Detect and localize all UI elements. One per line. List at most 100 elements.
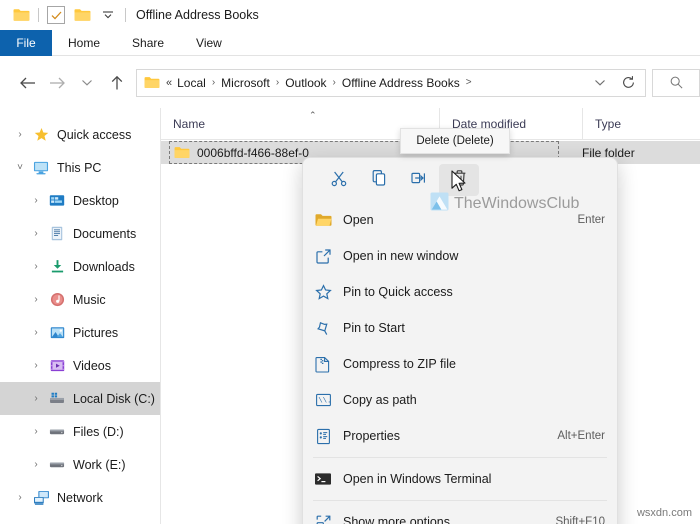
folder-icon: [169, 146, 195, 159]
menu-separator: [313, 457, 607, 458]
chevron-right-icon[interactable]: ›: [26, 217, 46, 250]
menu-item-open[interactable]: Open Enter: [303, 202, 617, 238]
rename-button[interactable]: [399, 164, 439, 196]
sidebar-item-videos[interactable]: ›: [0, 349, 160, 382]
tab-share[interactable]: Share: [116, 30, 180, 56]
forward-button-icon[interactable]: [42, 68, 72, 98]
recent-locations-chevron-down-icon[interactable]: [72, 68, 102, 98]
tab-view[interactable]: View: [180, 30, 238, 56]
sidebar-item-work-e[interactable]: › Work (E:): [0, 448, 160, 481]
sidebar-item-documents[interactable]: › Documents: [0, 217, 160, 250]
chevron-right-icon[interactable]: ›: [26, 283, 46, 316]
menu-item-pin-to-quick-access[interactable]: Pin to Quick access: [303, 274, 617, 310]
chevron-right-icon[interactable]: ›: [26, 349, 46, 382]
navigation-bar: « Local › Microsoft › Outlook › Offline …: [0, 57, 700, 108]
customize-qat-dropdown-icon[interactable]: [95, 2, 121, 28]
sidebar-item-label: Quick access: [57, 128, 131, 142]
chevron-down-icon[interactable]: ˅: [10, 151, 30, 184]
context-menu-icon-bar: [303, 158, 617, 202]
breadcrumb-item-local[interactable]: Local: [177, 76, 206, 90]
address-bar-actions: [587, 71, 641, 95]
breadcrumb-chevron-right-icon-2[interactable]: ›: [276, 77, 279, 88]
chevron-right-icon[interactable]: ›: [26, 448, 46, 481]
window-title: Offline Address Books: [136, 8, 259, 22]
column-header-label: Name: [173, 117, 205, 131]
search-input[interactable]: [652, 69, 700, 97]
tab-file[interactable]: File: [0, 30, 52, 56]
sidebar-item-label: Local Disk (C:): [73, 392, 155, 406]
menu-item-show-more-options[interactable]: Show more options Shift+F10: [303, 504, 617, 524]
sidebar-item-this-pc[interactable]: ˅ This PC: [0, 151, 160, 184]
previous-locations-chevron-down-icon[interactable]: [587, 71, 613, 95]
breadcrumb-overflow-icon[interactable]: «: [166, 77, 172, 89]
chevron-right-icon[interactable]: ›: [10, 481, 30, 514]
sidebar-item-label: Files (D:): [73, 425, 124, 439]
folder-icon[interactable]: [8, 2, 34, 28]
column-header-type[interactable]: Type: [582, 108, 700, 140]
drive-icon: [46, 415, 68, 448]
sidebar-item-desktop[interactable]: › Desktop: [0, 184, 160, 217]
sidebar-item-label: Pictures: [73, 326, 118, 340]
cut-button[interactable]: [319, 164, 359, 196]
breadcrumb-item-offline-address-books[interactable]: Offline Address Books: [342, 76, 460, 90]
copy-button[interactable]: [359, 164, 399, 196]
sort-ascending-caret-icon: ⌃: [309, 110, 317, 121]
menu-item-copy-as-path[interactable]: \\.. Copy as path: [303, 382, 617, 418]
sidebar-item-pictures[interactable]: › Pictures: [0, 316, 160, 349]
refresh-icon[interactable]: [615, 71, 641, 95]
up-button-icon[interactable]: [102, 68, 132, 98]
desktop-icon: [46, 184, 68, 217]
sidebar-item-files-d[interactable]: › Files (D:): [0, 415, 160, 448]
breadcrumb-item-outlook[interactable]: Outlook: [285, 76, 326, 90]
back-button-icon[interactable]: [12, 68, 42, 98]
sidebar-item-music[interactable]: › Music: [0, 283, 160, 316]
watermark-wsxdn: wsxdn.com: [637, 507, 692, 519]
sidebar-item-downloads[interactable]: › Downloads: [0, 250, 160, 283]
music-icon: [46, 283, 68, 316]
sidebar-item-label: Desktop: [73, 194, 119, 208]
sidebar-item-network[interactable]: › Network: [0, 481, 160, 514]
breadcrumb-item-microsoft[interactable]: Microsoft: [221, 76, 270, 90]
star-icon: [30, 118, 52, 151]
terminal-icon: [303, 461, 343, 497]
file-explorer-window: Offline Address Books File Home Share Vi…: [0, 0, 700, 524]
menu-item-open-in-new-window[interactable]: Open in new window: [303, 238, 617, 274]
properties-checkbox-icon[interactable]: [43, 2, 69, 28]
delete-button[interactable]: [439, 164, 479, 196]
navigation-pane: › Quick access ˅ This PC: [0, 108, 161, 524]
chevron-right-icon[interactable]: ›: [26, 184, 46, 217]
menu-item-label: Properties: [343, 429, 557, 443]
menu-item-label: Open in new window: [343, 249, 605, 263]
trash-icon: [451, 169, 468, 192]
folder-open-icon: [303, 202, 343, 238]
chevron-right-icon[interactable]: ›: [26, 382, 46, 415]
chevron-right-icon[interactable]: ›: [26, 316, 46, 349]
menu-item-open-in-windows-terminal[interactable]: Open in Windows Terminal: [303, 461, 617, 497]
tab-home[interactable]: Home: [52, 30, 116, 56]
properties-icon: [303, 418, 343, 454]
tooltip: Delete (Delete): [400, 128, 510, 154]
sidebar-item-quick-access[interactable]: › Quick access: [0, 118, 160, 151]
breadcrumb-chevron-right-icon-1[interactable]: ›: [212, 77, 215, 88]
menu-item-compress-to-zip-file[interactable]: Compress to ZIP file: [303, 346, 617, 382]
menu-item-label: Copy as path: [343, 393, 605, 407]
chevron-right-icon[interactable]: ›: [10, 118, 30, 151]
chevron-right-icon[interactable]: ›: [26, 250, 46, 283]
menu-item-accelerator: Shift+F10: [555, 516, 605, 524]
menu-item-pin-to-start[interactable]: Pin to Start: [303, 310, 617, 346]
menu-item-label: Compress to ZIP file: [343, 357, 605, 371]
titlebar-divider-2: [125, 8, 126, 22]
breadcrumb-chevron-right-icon-4[interactable]: >: [466, 77, 472, 88]
sidebar-item-label: Videos: [73, 359, 111, 373]
column-header-name[interactable]: Name ⌃: [161, 108, 439, 140]
chevron-right-icon[interactable]: ›: [26, 415, 46, 448]
zip-icon: [303, 346, 343, 382]
show-more-icon: [303, 504, 343, 524]
sidebar-item-local-disk-c[interactable]: › Local Disk (C:): [0, 382, 160, 415]
menu-item-properties[interactable]: Properties Alt+Enter: [303, 418, 617, 454]
breadcrumb-chevron-right-icon-3[interactable]: ›: [333, 77, 336, 88]
star-outline-icon: [303, 274, 343, 310]
new-folder-icon[interactable]: [69, 2, 95, 28]
menu-item-accelerator: Enter: [578, 214, 606, 226]
address-bar[interactable]: « Local › Microsoft › Outlook › Offline …: [136, 69, 646, 97]
